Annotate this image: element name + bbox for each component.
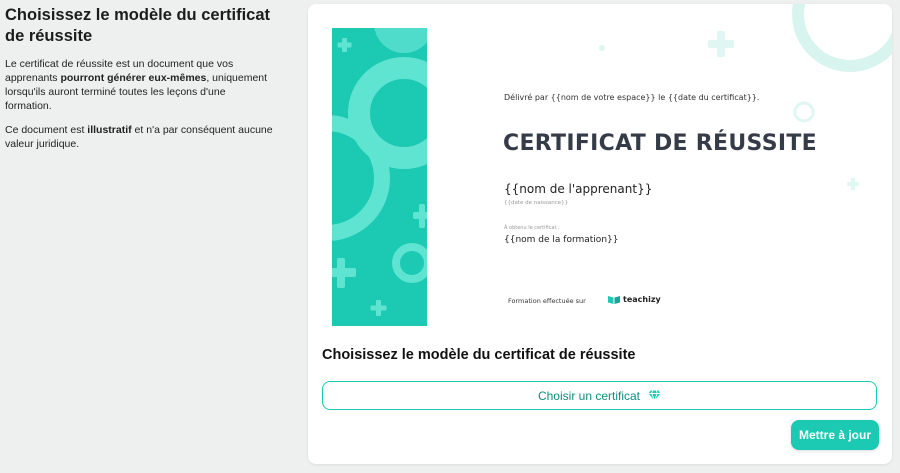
band-pattern-icon (332, 28, 427, 316)
brand-logo: teachizy (608, 295, 661, 304)
section-title: Choisissez le modèle du certificat de ré… (322, 347, 636, 363)
book-icon (608, 296, 620, 304)
intro-emphasis: pourront générer eux-mêmes (60, 72, 207, 84)
certificate-side-band (332, 28, 427, 326)
course-name: {{nom de la formation}} (504, 235, 619, 245)
learner-name: {{nom de l'apprenant}} (504, 182, 653, 196)
obtained-label: À obtenu le certificat : (504, 225, 560, 231)
choose-certificate-label: Choisir un certificat (537, 388, 641, 403)
footer-note: Formation effectuée sur (508, 297, 586, 305)
brand-name: teachizy (623, 295, 661, 304)
choose-certificate-button[interactable]: Choisir un certificat (322, 381, 877, 410)
certificate-card: Délivré par {{nom de votre espace}} le {… (308, 4, 892, 464)
intro-paragraph-1: Le certificat de réussite est un documen… (5, 57, 275, 113)
update-button[interactable]: Mettre à jour (791, 420, 879, 450)
intro-emphasis: illustratif (87, 124, 132, 136)
certificate-preview: Délivré par {{nom de votre espace}} le {… (308, 4, 892, 334)
intro-panel: Choisissez le modèle du certificat de ré… (5, 5, 275, 161)
decor-shapes-icon (599, 4, 892, 190)
intro-paragraph-2: Ce document est illustratif et n'a par c… (5, 123, 275, 151)
diamond-icon (648, 390, 661, 401)
birth-date: {{date de naissance}} (504, 200, 569, 206)
certificate-title: CERTIFICAT DE RÉUSSITE (503, 131, 817, 156)
issued-line: Délivré par {{nom de votre espace}} le {… (504, 93, 760, 102)
intro-text: Ce document est (5, 124, 88, 136)
intro-title: Choisissez le modèle du certificat de ré… (5, 6, 270, 45)
